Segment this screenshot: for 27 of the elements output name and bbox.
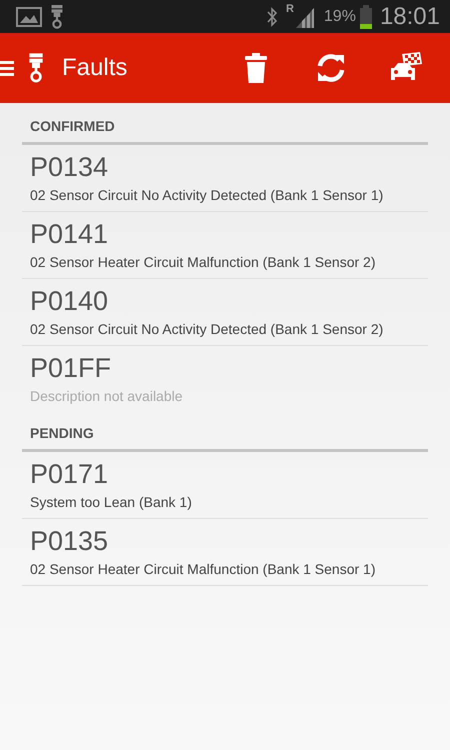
fault-description: 02 Sensor Circuit No Activity Detected (Bank 1 Sensor 2): [30, 321, 384, 337]
fault-code[interactable]: P0134: [30, 151, 108, 183]
screen-title: Faults: [62, 54, 128, 82]
refresh-icon[interactable]: [315, 53, 347, 83]
fault-description: 02 Sensor Circuit No Activity Detected (Bank 1 Sensor 1): [30, 187, 384, 203]
section-header: PENDING: [29, 424, 95, 443]
fault-description: 02 Sensor Heater Circuit Malfunction (Bank 1 Sensor 2): [30, 254, 376, 270]
bluetooth-icon: [266, 6, 278, 26]
fault-code[interactable]: P0140: [30, 285, 108, 317]
fault-description: System too Lean (Bank 1): [30, 494, 192, 510]
picture-icon: [16, 6, 42, 26]
piston-icon: [50, 4, 64, 28]
fault-code[interactable]: P01FF: [30, 352, 112, 384]
piston-icon: [28, 53, 44, 83]
clock: 18:01: [380, 2, 440, 30]
fault-code[interactable]: P0141: [30, 218, 108, 250]
battery-icon: [360, 4, 372, 28]
fault-code[interactable]: P0135: [30, 525, 108, 557]
trash-icon[interactable]: [244, 53, 268, 83]
fault-code[interactable]: P0171: [30, 458, 108, 490]
battery-percent: 19%: [324, 8, 356, 26]
signal-icon: [294, 6, 316, 28]
fault-description: 02 Sensor Heater Circuit Malfunction (Bank 1 Sensor 1): [30, 561, 376, 577]
section-header: CONFIRMED: [29, 117, 116, 136]
fault-description: Description not available: [30, 388, 183, 404]
network-type: R: [286, 3, 294, 15]
menu-icon[interactable]: [0, 59, 14, 77]
